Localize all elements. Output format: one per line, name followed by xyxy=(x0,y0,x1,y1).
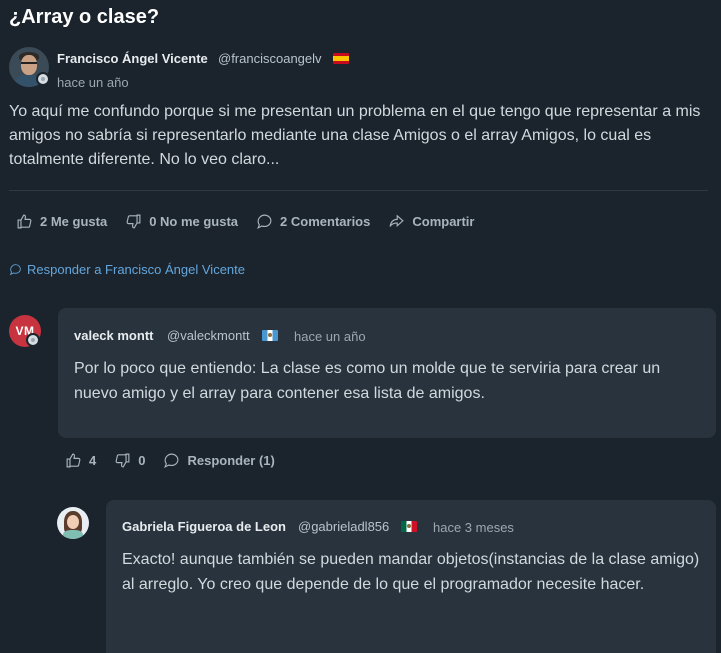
comment-timestamp: hace 3 meses xyxy=(433,520,514,535)
comment-author-handle[interactable]: @gabrieladl856 xyxy=(298,519,389,534)
like-count: 4 xyxy=(89,453,97,468)
comment-actions: 4 0 Responder (1) xyxy=(65,452,293,469)
thumbs-down-icon xyxy=(126,214,141,229)
post-timestamp: hace un año xyxy=(57,75,129,90)
thumbs-down-icon xyxy=(115,453,130,468)
comment-body: Por lo poco que entiendo: La clase es co… xyxy=(74,360,661,402)
divider xyxy=(9,190,708,191)
reply-link-label: Responder a Francisco Ángel Vicente xyxy=(27,262,245,277)
comment-bubble-icon xyxy=(164,453,179,469)
post-author-name[interactable]: Francisco Ángel Vicente xyxy=(57,51,208,66)
mexico-flag-icon xyxy=(401,521,417,532)
comment-bubble-icon xyxy=(9,264,21,276)
post-actions: 2 Me gusta 0 No me gusta 2 Comentarios C… xyxy=(16,213,492,230)
dislike-count: 0 xyxy=(138,453,146,468)
comment-body: Exacto! aunque también se pueden mandar … xyxy=(122,551,700,593)
post-body: Yo aquí me confundo porque si me present… xyxy=(9,103,701,168)
dislike-count-label: 0 No me gusta xyxy=(149,214,239,229)
dislike-button[interactable]: 0 xyxy=(114,452,145,469)
comment-bubble-icon xyxy=(257,214,272,230)
comment-thread: ¿Array o clase? Francisco Ángel Vicente … xyxy=(0,0,721,653)
user-badge-icon xyxy=(26,333,40,347)
post-author-handle[interactable]: @franciscoangelv xyxy=(218,51,322,66)
like-button[interactable]: 4 xyxy=(65,452,96,469)
like-count-label: 2 Me gusta xyxy=(40,214,108,229)
comment-author-name[interactable]: Gabriela Figueroa de Leon xyxy=(122,519,286,534)
guatemala-flag-icon xyxy=(262,330,278,341)
reply-label: Responder (1) xyxy=(187,453,275,468)
comment-card: valeck montt @valeckmontt hace un año Po… xyxy=(58,308,716,438)
comments-button[interactable]: 2 Comentarios xyxy=(256,213,370,230)
user-badge-icon xyxy=(36,72,50,86)
comment-timestamp: hace un año xyxy=(294,329,366,344)
comments-count-label: 2 Comentarios xyxy=(280,214,371,229)
comment-author-handle[interactable]: @valeckmontt xyxy=(167,328,250,343)
like-button[interactable]: 2 Me gusta xyxy=(16,213,107,230)
reply-to-author-link[interactable]: Responder a Francisco Ángel Vicente xyxy=(9,262,245,277)
dislike-button[interactable]: 0 No me gusta xyxy=(125,213,238,230)
thumbs-up-icon xyxy=(66,453,81,468)
thread-title: ¿Array o clase? xyxy=(9,6,160,28)
reply-card: Gabriela Figueroa de Leon @gabrieladl856… xyxy=(106,500,716,653)
share-arrow-icon xyxy=(389,214,405,227)
avatar[interactable] xyxy=(57,507,89,539)
reply-button[interactable]: Responder (1) xyxy=(163,452,275,469)
comment-author-name[interactable]: valeck montt xyxy=(74,328,153,343)
thumbs-up-icon xyxy=(17,214,32,229)
spain-flag-icon xyxy=(333,53,349,64)
share-label: Compartir xyxy=(412,214,475,229)
share-button[interactable]: Compartir xyxy=(388,213,474,230)
